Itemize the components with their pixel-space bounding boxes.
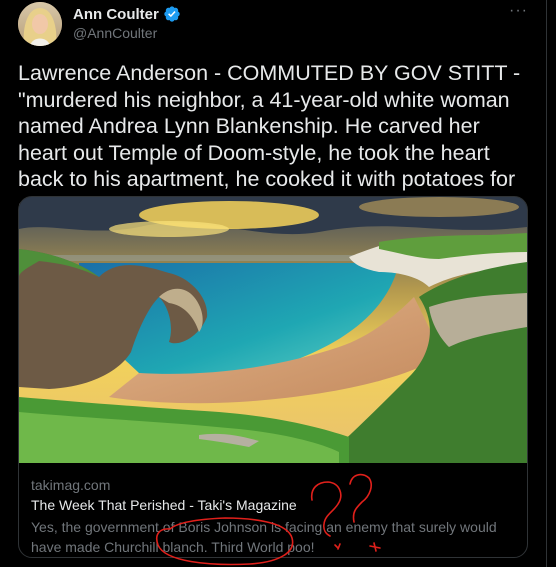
avatar[interactable]: [18, 2, 62, 46]
tweet: Ann Coulter @AnnCoulter ··· Lawrence And…: [0, 0, 547, 567]
more-options-icon[interactable]: ···: [509, 2, 528, 20]
avatar-image: [18, 2, 62, 46]
link-card[interactable]: takimag.com The Week That Perished - Tak…: [18, 196, 528, 558]
author-display-name[interactable]: Ann Coulter: [73, 6, 159, 23]
card-image[interactable]: [19, 197, 527, 463]
card-domain: takimag.com: [31, 477, 111, 493]
card-description: Yes, the government of Boris Johnson is …: [31, 519, 497, 555]
author-handle[interactable]: @AnnCoulter: [73, 25, 157, 41]
card-title[interactable]: The Week That Perished - Taki's Magazine: [31, 497, 297, 513]
verified-badge-icon: [164, 6, 180, 22]
author-name-row: Ann Coulter: [73, 5, 181, 23]
